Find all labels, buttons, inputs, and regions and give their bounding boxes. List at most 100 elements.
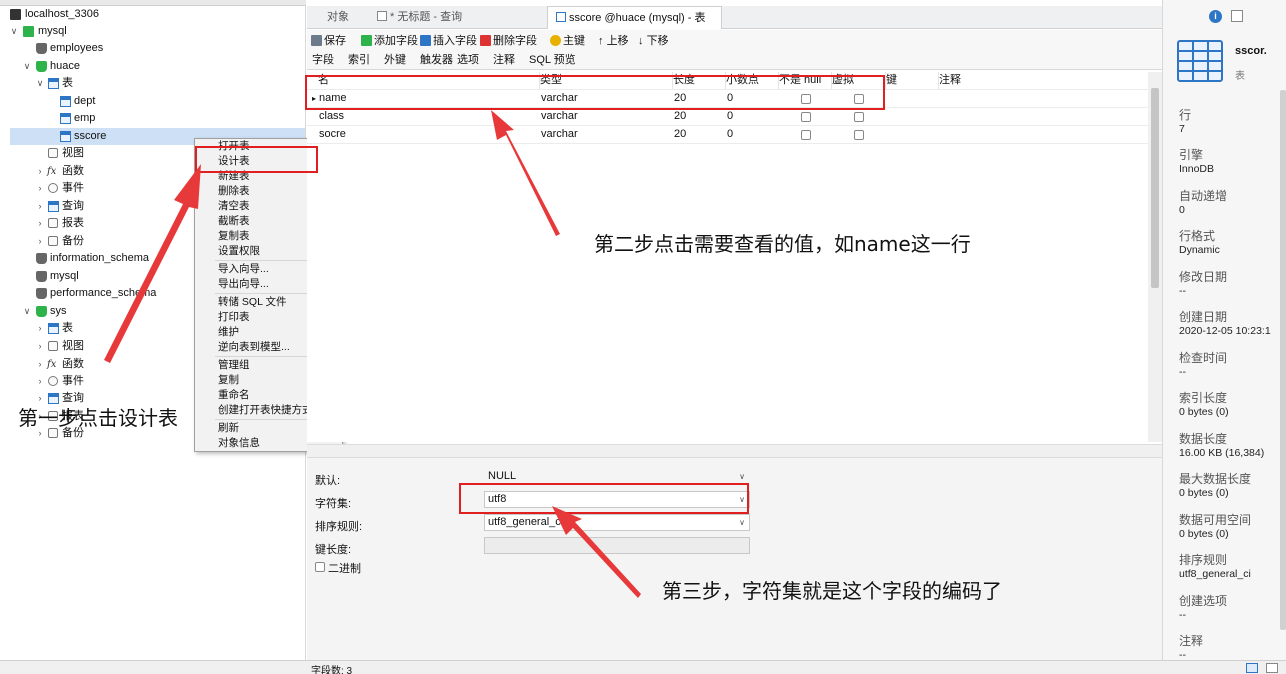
cell-decimal[interactable]: 0 <box>727 126 733 143</box>
info-label: 索引长度 <box>1179 391 1228 405</box>
layout-toggle-icon[interactable] <box>1246 663 1258 673</box>
move-down-button[interactable]: ↓ 下移 <box>638 30 669 52</box>
primary-key-button[interactable]: 主键 <box>550 30 585 52</box>
subtab-triggers[interactable]: 触发器 <box>420 52 453 70</box>
chevron-right-icon[interactable]: › <box>35 356 45 373</box>
subtab-options[interactable]: 选项 <box>457 52 479 70</box>
insert-field-icon <box>420 35 431 46</box>
chevron-down-icon: ∨ <box>739 518 745 527</box>
tree-item-connection[interactable]: localhost_3306 <box>0 6 305 23</box>
pane-splitter[interactable] <box>307 444 1162 458</box>
key-length-input[interactable] <box>484 537 750 554</box>
database-icon <box>36 271 47 282</box>
tree-item-huace[interactable]: ∨ huace <box>0 58 305 75</box>
subtab-sql-preview[interactable]: SQL 预览 <box>529 52 576 70</box>
database-icon <box>36 253 47 264</box>
info-value: 2020-12-05 10:23:1 <box>1179 325 1271 337</box>
layout-toggle-icon[interactable] <box>1266 663 1278 673</box>
chevron-right-icon[interactable]: › <box>35 198 45 215</box>
info-value: -- <box>1179 285 1186 297</box>
chevron-down-icon[interactable]: ∨ <box>35 75 45 92</box>
info-scrollbar[interactable] <box>1280 90 1286 630</box>
virtual-checkbox[interactable] <box>854 112 864 122</box>
tree-item-employees[interactable]: employees <box>0 40 305 57</box>
cell-type[interactable]: varchar <box>541 108 578 125</box>
tree-item-tables-folder[interactable]: ∨ 表 <box>0 75 305 92</box>
info-value: -- <box>1179 609 1186 621</box>
cell-decimal[interactable]: 0 <box>727 108 733 125</box>
cell-length[interactable]: 20 <box>674 126 686 143</box>
query-icon <box>48 201 59 212</box>
database-icon <box>36 61 47 72</box>
subtab-fields[interactable]: 字段 <box>312 52 334 70</box>
tab-table-design[interactable]: sscore @huace (mysql) - 表 <box>547 6 722 29</box>
info-value: 7 <box>1179 123 1185 135</box>
virtual-checkbox[interactable] <box>854 130 864 140</box>
info-label: 引擎 <box>1179 148 1204 162</box>
info-label: 检查时间 <box>1179 351 1228 365</box>
tree-item-table-emp[interactable]: emp <box>0 110 305 127</box>
chevron-right-icon[interactable]: › <box>35 215 45 232</box>
default-label: 默认: <box>315 475 341 487</box>
insert-field-button[interactable]: 插入字段 <box>420 30 477 52</box>
subtab-indexes[interactable]: 索引 <box>348 52 370 70</box>
cell-name[interactable]: socre <box>319 126 346 143</box>
col-header-key[interactable]: 键 <box>886 72 939 89</box>
annotation-step1: 第一步点击设计表 <box>18 406 178 430</box>
chevron-down-icon[interactable]: ∨ <box>22 58 32 75</box>
clock-icon <box>48 183 58 193</box>
chevron-right-icon[interactable]: › <box>35 338 45 355</box>
info-label: 行格式 <box>1179 229 1216 243</box>
status-bar: 字段数: 3 <box>0 660 1286 674</box>
tree-item-table-dept[interactable]: dept <box>0 93 305 110</box>
chevron-right-icon[interactable]: › <box>35 163 45 180</box>
not-null-checkbox[interactable] <box>801 112 811 122</box>
ddl-icon[interactable] <box>1231 10 1243 22</box>
database-icon <box>36 43 47 54</box>
chevron-right-icon[interactable]: › <box>35 180 45 197</box>
info-icon[interactable]: i <box>1209 10 1222 23</box>
info-label: 自动递增 <box>1179 189 1228 203</box>
cell-name[interactable]: class <box>319 108 344 125</box>
clock-icon <box>48 376 58 386</box>
info-label: 最大数据长度 <box>1179 472 1252 486</box>
tree-item-mysql-connection[interactable]: ∨ mysql <box>0 23 305 40</box>
move-up-button[interactable]: ↑ 上移 <box>598 30 629 52</box>
connection-icon <box>23 26 34 37</box>
chevron-right-icon[interactable]: › <box>35 373 45 390</box>
save-button[interactable]: 保存 <box>311 30 346 52</box>
delete-field-button[interactable]: 删除字段 <box>480 30 537 52</box>
function-icon: fx <box>47 359 57 370</box>
add-field-button[interactable]: 添加字段 <box>361 30 418 52</box>
chevron-down-icon[interactable]: ∨ <box>22 303 32 320</box>
charset-label: 字符集: <box>315 498 352 510</box>
annotation-step3: 第三步，字符集就是这个字段的编码了 <box>662 579 1002 603</box>
cell-type[interactable]: varchar <box>541 126 578 143</box>
binary-checkbox[interactable] <box>315 562 325 572</box>
database-icon <box>36 288 47 299</box>
collation-select[interactable]: utf8_general_ci ∨ <box>484 514 750 531</box>
view-icon <box>48 148 58 158</box>
not-null-checkbox[interactable] <box>801 130 811 140</box>
cell-length[interactable]: 20 <box>674 108 686 125</box>
tab-objects[interactable]: 对象 <box>319 6 357 29</box>
annotation-box-name-row <box>305 75 885 110</box>
scrollbar-thumb[interactable] <box>1151 88 1159 288</box>
info-label: 排序规则 <box>1179 553 1228 567</box>
subtab-comment[interactable]: 注释 <box>493 52 515 70</box>
info-label: 创建选项 <box>1179 594 1228 608</box>
tab-query[interactable]: * 无标题 - 查询 <box>369 6 470 29</box>
chevron-right-icon[interactable]: › <box>35 233 45 250</box>
object-info-panel: i sscor. 表 行 7 引擎 InnoDB 自动递增 0 行格式 Dyna… <box>1162 0 1286 660</box>
subtab-foreign-keys[interactable]: 外键 <box>384 52 406 70</box>
info-value: utf8_general_ci <box>1179 568 1251 580</box>
info-label: 数据可用空间 <box>1179 513 1252 527</box>
chevron-right-icon[interactable]: › <box>35 320 45 337</box>
function-icon: fx <box>47 166 57 177</box>
field-grid: 名 类型 长度 小数点 不是 null 虚拟 键 注释 ▸ name varch… <box>307 72 1148 442</box>
annotation-box-design-table <box>195 146 318 173</box>
chevron-down-icon[interactable]: ∨ <box>9 23 19 40</box>
info-title: sscor. <box>1235 45 1267 57</box>
annotation-step2: 第二步点击需要查看的值，如name这一行 <box>594 232 971 256</box>
col-header-comment[interactable]: 注释 <box>939 72 1148 89</box>
